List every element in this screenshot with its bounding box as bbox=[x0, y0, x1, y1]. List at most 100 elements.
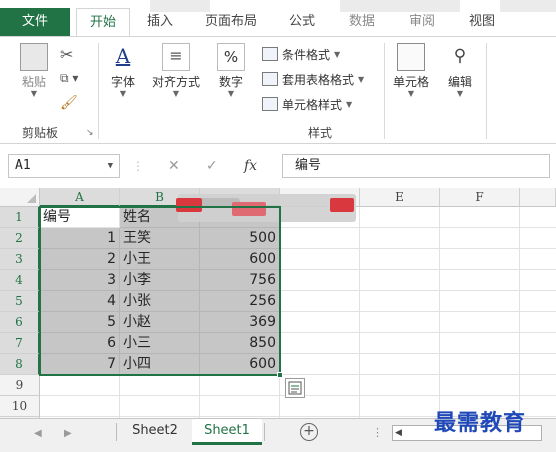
cell-b[interactable]: 小王 bbox=[120, 249, 200, 270]
cell-b[interactable]: 小张 bbox=[120, 291, 200, 312]
cell-styles-icon bbox=[262, 97, 278, 111]
tab-formulas[interactable]: 公式 bbox=[278, 8, 326, 36]
quick-analysis-icon bbox=[288, 381, 302, 395]
blur-artifact bbox=[150, 0, 210, 12]
tab-file[interactable]: 文件 bbox=[0, 8, 70, 36]
number-button[interactable]: % 数字 ▼ bbox=[210, 43, 252, 99]
font-button[interactable]: A 字体 ▼ bbox=[104, 43, 142, 99]
row-header[interactable]: 2 bbox=[0, 228, 40, 249]
add-sheet-icon[interactable]: + bbox=[300, 423, 318, 441]
enter-icon[interactable]: ✓ bbox=[206, 154, 218, 178]
cell-b[interactable]: 小赵 bbox=[120, 312, 200, 333]
cell-styles-button[interactable]: 单元格样式 ▼ bbox=[262, 93, 352, 115]
cell-b[interactable]: 小四 bbox=[120, 354, 200, 375]
formula-input[interactable]: 编号 bbox=[282, 154, 550, 178]
insert-function-icon[interactable]: fx bbox=[244, 154, 257, 178]
row-header[interactable]: 3 bbox=[0, 249, 40, 270]
tab-home[interactable]: 开始 bbox=[76, 8, 130, 37]
binoculars-icon: ⚲ bbox=[453, 46, 467, 66]
font-icon: A bbox=[115, 44, 131, 68]
dialog-launcher-icon[interactable]: ↘ bbox=[86, 128, 94, 138]
paste-button[interactable]: 粘贴 ▼ bbox=[14, 43, 54, 99]
tab-data[interactable]: 数据 bbox=[338, 8, 386, 36]
cell-a[interactable]: 3 bbox=[40, 270, 120, 291]
alignment-button[interactable]: ≡ 对齐方式 ▼ bbox=[146, 43, 206, 99]
row-header[interactable]: 4 bbox=[0, 270, 40, 291]
worksheet-grid[interactable]: A B C D E F 1 2 3 4 5 6 7 8 9 10 11 编号 姓… bbox=[0, 188, 556, 418]
percent-icon: % bbox=[217, 43, 245, 71]
row-header[interactable]: 9 bbox=[0, 375, 40, 396]
chevron-down-icon: ▼ bbox=[334, 49, 341, 59]
quick-analysis-button[interactable] bbox=[285, 378, 305, 398]
cell-a[interactable]: 6 bbox=[40, 333, 120, 354]
cell-b[interactable]: 小三 bbox=[120, 333, 200, 354]
more-icon: ⋮ bbox=[132, 159, 144, 173]
sheet-tab-sheet2[interactable]: Sheet2 bbox=[120, 419, 190, 445]
editing-button[interactable]: ⚲ 编辑 ▼ bbox=[440, 43, 480, 99]
formula-bar: A1 ▼ ⋮ ✕ ✓ fx 编号 bbox=[0, 150, 556, 182]
conditional-format-button[interactable]: 条件格式 ▼ bbox=[262, 43, 340, 65]
cell-a[interactable]: 7 bbox=[40, 354, 120, 375]
column-header-a[interactable]: A bbox=[40, 188, 120, 207]
row-header[interactable]: 1 bbox=[0, 207, 40, 228]
cells-button[interactable]: 单元格 ▼ bbox=[388, 43, 434, 99]
cancel-icon[interactable]: ✕ bbox=[168, 154, 180, 178]
cell-a[interactable]: 2 bbox=[40, 249, 120, 270]
fill-handle[interactable] bbox=[277, 372, 283, 378]
cell-a[interactable]: 4 bbox=[40, 291, 120, 312]
chevron-down-icon: ▼ bbox=[456, 89, 464, 98]
conditional-format-icon bbox=[262, 47, 278, 61]
tab-view[interactable]: 视图 bbox=[458, 8, 506, 36]
column-header-f[interactable]: F bbox=[440, 188, 520, 207]
chevron-down-icon: ▼ bbox=[407, 89, 415, 98]
group-separator bbox=[98, 43, 99, 139]
prev-sheet-icon[interactable]: ◀ bbox=[34, 428, 42, 439]
cell-b[interactable]: 王笑 bbox=[120, 228, 200, 249]
column-header-e[interactable]: E bbox=[360, 188, 440, 207]
format-as-table-button[interactable]: 套用表格格式 ▼ bbox=[262, 68, 364, 90]
column-header-g[interactable] bbox=[520, 188, 556, 207]
cell-c[interactable]: 369 bbox=[200, 312, 280, 333]
cell-a1[interactable]: 编号 bbox=[40, 207, 120, 228]
format-painter-icon[interactable]: 🖌 bbox=[60, 95, 78, 111]
chevron-down-icon: ▼ bbox=[172, 89, 180, 98]
tab-page-layout[interactable]: 页面布局 bbox=[196, 8, 266, 36]
row-header[interactable]: 7 bbox=[0, 333, 40, 354]
watermark: 最需教育 bbox=[434, 410, 527, 436]
row-header[interactable]: 10 bbox=[0, 396, 40, 417]
sheet-tab-sheet1[interactable]: Sheet1 bbox=[192, 419, 262, 445]
cut-icon[interactable]: ✂ bbox=[60, 45, 73, 64]
chevron-down-icon[interactable]: ▼ bbox=[108, 155, 113, 177]
row-header[interactable]: 5 bbox=[0, 291, 40, 312]
empty-cells bbox=[40, 375, 280, 418]
align-icon: ≡ bbox=[162, 43, 190, 71]
scroll-left-icon[interactable]: ◀ bbox=[395, 426, 402, 440]
cell-c[interactable]: 756 bbox=[200, 270, 280, 291]
cell-c[interactable]: 500 bbox=[200, 228, 280, 249]
copy-icon[interactable]: ⧉ ▾ bbox=[60, 71, 78, 86]
chevron-down-icon: ▼ bbox=[227, 89, 235, 98]
cell-c[interactable]: 600 bbox=[200, 249, 280, 270]
name-box[interactable]: A1 ▼ bbox=[8, 154, 120, 178]
tab-review[interactable]: 审阅 bbox=[398, 8, 446, 36]
mosaic-blur bbox=[232, 202, 266, 216]
clipboard-icon bbox=[20, 43, 48, 71]
tab-insert[interactable]: 插入 bbox=[136, 8, 184, 36]
cells-icon bbox=[397, 43, 425, 71]
cell-c[interactable]: 600 bbox=[200, 354, 280, 375]
cell-a[interactable]: 5 bbox=[40, 312, 120, 333]
alignment-label: 对齐方式 bbox=[151, 75, 200, 89]
cell-b[interactable]: 小李 bbox=[120, 270, 200, 291]
row-header[interactable]: 6 bbox=[0, 312, 40, 333]
row-header[interactable]: 8 bbox=[0, 354, 40, 375]
group-separator bbox=[384, 43, 385, 139]
next-sheet-icon[interactable]: ▶ bbox=[64, 428, 72, 439]
select-all-button[interactable] bbox=[0, 188, 40, 207]
chevron-down-icon: ▼ bbox=[119, 89, 127, 98]
cell-a[interactable]: 1 bbox=[40, 228, 120, 249]
more-icon: ⋮ bbox=[372, 426, 383, 439]
mosaic-blur bbox=[330, 198, 354, 212]
cell-c[interactable]: 256 bbox=[200, 291, 280, 312]
cell-c[interactable]: 850 bbox=[200, 333, 280, 354]
tab-separator bbox=[264, 423, 265, 441]
